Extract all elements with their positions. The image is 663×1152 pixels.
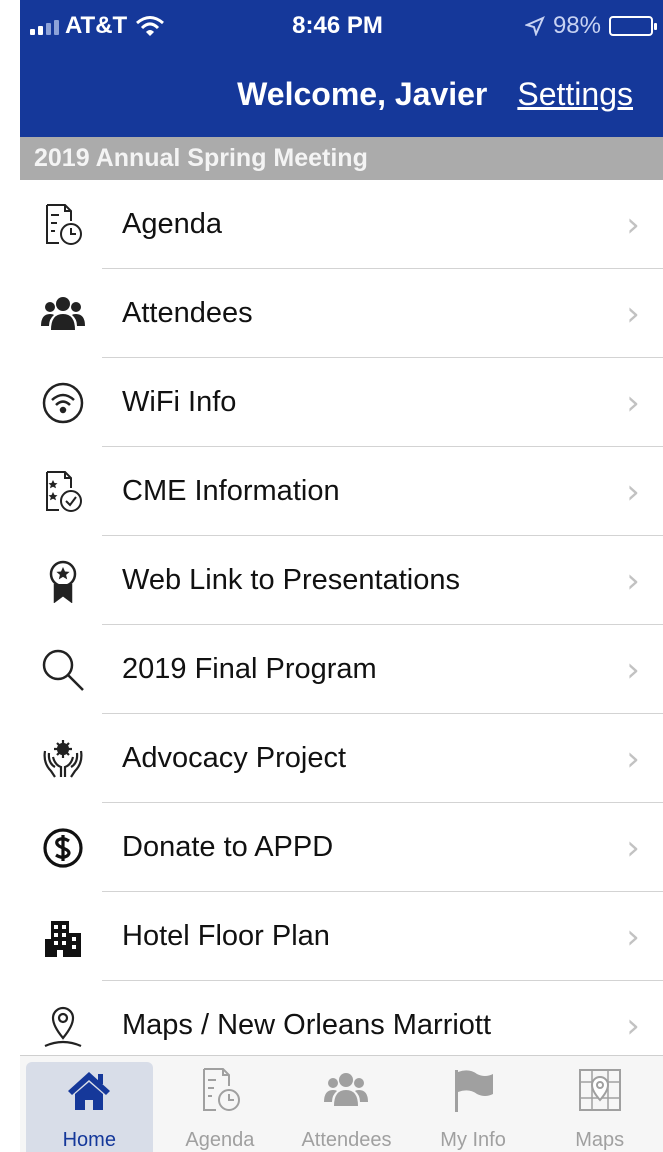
home-icon	[65, 1066, 113, 1119]
status-bar: AT&T 8:46 PM 98%	[20, 0, 663, 52]
search-icon	[20, 625, 100, 714]
location-arrow-icon	[524, 16, 545, 36]
map-pin-icon	[20, 981, 100, 1055]
chevron-right-icon: ›	[626, 738, 640, 779]
menu-item-label: Web Link to Presentations	[122, 564, 460, 596]
wifi-icon	[20, 358, 100, 447]
menu-list: Agenda › Attendees › WiFi Info › CME Inf…	[20, 180, 663, 1055]
menu-item-donate[interactable]: Donate to APPD ›	[20, 803, 663, 892]
menu-item-label: Advocacy Project	[122, 742, 347, 774]
menu-item-label: WiFi Info	[122, 386, 237, 418]
menu-item-label: Maps / New Orleans Marriott	[122, 1009, 492, 1041]
tab-label: My Info	[440, 1129, 506, 1151]
award-icon	[20, 536, 100, 625]
building-icon	[20, 892, 100, 981]
tab-label: Attendees	[301, 1129, 392, 1151]
certificate-icon	[20, 447, 100, 536]
menu-item-advocacy-project[interactable]: Advocacy Project ›	[20, 714, 663, 803]
status-time: 8:46 PM	[292, 12, 383, 39]
chevron-right-icon: ›	[626, 916, 640, 957]
tab-my-info[interactable]: My Info	[410, 1056, 537, 1152]
section-header: 2019 Annual Spring Meeting	[20, 137, 663, 180]
menu-item-hotel-floor-plan[interactable]: Hotel Floor Plan ›	[20, 892, 663, 981]
menu-item-label: Agenda	[122, 208, 222, 240]
tab-label: Agenda	[185, 1129, 255, 1151]
chevron-right-icon: ›	[626, 293, 640, 334]
tab-agenda[interactable]: Agenda	[157, 1056, 284, 1152]
status-right: 98%	[524, 12, 663, 40]
menu-item-attendees[interactable]: Attendees ›	[20, 269, 663, 358]
menu-item-web-link-presentations[interactable]: Web Link to Presentations ›	[20, 536, 663, 625]
people-icon	[322, 1066, 370, 1119]
hands-gear-icon	[20, 714, 100, 803]
tab-home[interactable]: Home	[26, 1062, 153, 1152]
status-left: AT&T	[20, 12, 230, 40]
menu-item-label: Donate to APPD	[122, 831, 334, 863]
battery-icon	[609, 16, 657, 36]
chevron-right-icon: ›	[626, 649, 640, 690]
tab-label: Home	[62, 1129, 116, 1151]
chevron-right-icon: ›	[626, 560, 640, 601]
chevron-right-icon: ›	[626, 471, 640, 512]
menu-item-cme-information[interactable]: CME Information ›	[20, 447, 663, 536]
menu-item-final-program[interactable]: 2019 Final Program ›	[20, 625, 663, 714]
agenda-icon	[196, 1066, 244, 1119]
menu-item-label: CME Information	[122, 475, 340, 507]
battery-percent: 98%	[552, 12, 601, 39]
agenda-icon	[20, 180, 100, 269]
flag-icon	[449, 1066, 497, 1119]
menu-item-agenda[interactable]: Agenda ›	[20, 180, 663, 269]
tab-bar: Home Agenda Attendees My Info Maps	[20, 1055, 663, 1152]
chevron-right-icon: ›	[626, 382, 640, 423]
nav-header: Welcome, Javier Settings	[20, 52, 663, 137]
menu-item-maps[interactable]: Maps / New Orleans Marriott ›	[20, 981, 663, 1055]
chevron-right-icon: ›	[626, 1005, 640, 1046]
welcome-title: Welcome, Javier	[237, 76, 488, 112]
chevron-right-icon: ›	[626, 204, 640, 245]
dollar-icon	[20, 803, 100, 892]
map-icon	[576, 1066, 624, 1119]
tab-label: Maps	[575, 1129, 625, 1151]
settings-link[interactable]: Settings	[517, 76, 633, 113]
tab-attendees[interactable]: Attendees	[283, 1056, 410, 1152]
signal-icon	[30, 17, 59, 35]
menu-item-label: Attendees	[122, 297, 253, 329]
chevron-right-icon: ›	[626, 827, 640, 868]
menu-item-label: 2019 Final Program	[122, 653, 377, 685]
wifi-signal-icon	[136, 16, 165, 36]
tab-maps[interactable]: Maps	[536, 1056, 663, 1152]
menu-item-label: Hotel Floor Plan	[122, 920, 330, 952]
people-icon	[20, 269, 100, 358]
menu-item-wifi-info[interactable]: WiFi Info ›	[20, 358, 663, 447]
carrier-label: AT&T	[65, 12, 128, 39]
